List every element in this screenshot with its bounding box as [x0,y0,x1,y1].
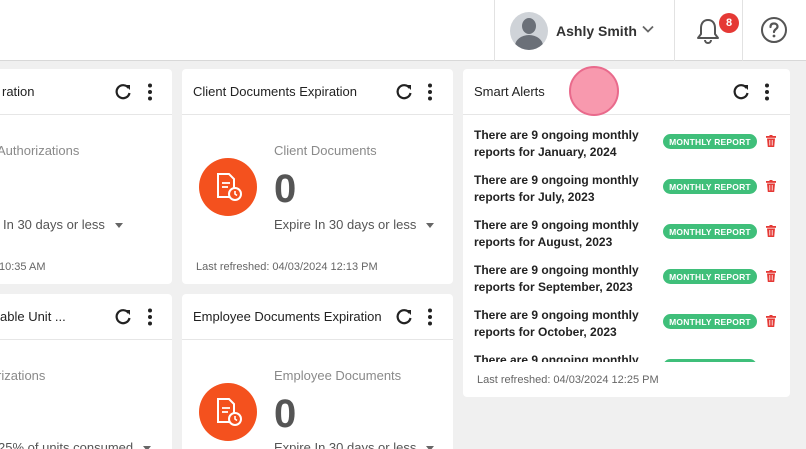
stat-label: rizations [0,368,46,383]
trash-icon[interactable] [766,135,776,147]
monthly-report-tag[interactable]: MONTHLY REPORT [663,314,757,329]
notification-badge: 8 [719,13,739,33]
more-options-icon[interactable] [140,307,160,327]
chevron-down-icon [642,25,654,33]
trash-icon[interactable] [766,180,776,192]
cursor-highlight [569,66,619,116]
help-icon [761,17,787,43]
expire-filter[interactable]: Expire In 30 days or less [274,440,435,449]
refresh-icon[interactable] [113,82,133,102]
stat-label: Employee Documents [274,368,402,383]
usage-filter-label: 25% of units consumed [0,440,134,449]
alert-item: There are 9 ongoing monthly reports for … [474,127,784,167]
card-title: Employee Documents Expiration [193,309,382,324]
notifications-button[interactable]: 8 [674,0,742,61]
usage-filter[interactable]: 25% of units consumed [0,440,152,449]
help-button[interactable] [742,0,806,61]
refresh-icon[interactable] [394,82,414,102]
last-refreshed: 10:35 AM [0,261,46,273]
user-name: Ashly Smith [556,22,637,39]
monthly-report-tag[interactable]: MONTHLY REPORT [663,134,757,149]
expire-filter-label: Expire In 30 days or less [274,217,417,232]
top-bar: Ashly Smith 8 [0,0,806,61]
alert-item: There are 9 ongoing monthly reports for … [474,307,784,347]
expire-filter[interactable]: In 30 days or less [3,217,123,232]
card-title: ration [2,84,35,99]
bell-icon [697,19,719,45]
user-menu[interactable]: Ashly Smith [494,0,674,61]
more-options-icon[interactable] [420,82,440,102]
refresh-icon[interactable] [731,82,751,102]
billable-units-card: able Unit ... rizations 25% of units con… [0,294,172,449]
more-options-icon[interactable] [140,82,160,102]
trash-icon[interactable] [766,315,776,327]
alert-item: There are 9 ongoing monthly reports for … [474,217,784,257]
stat-label: Client Documents [274,143,377,158]
monthly-report-tag[interactable]: MONTHLY REPORT [663,179,757,194]
last-refreshed: Last refreshed: 04/03/2024 12:13 PM [196,261,378,273]
refresh-icon[interactable] [394,307,414,327]
employee-documents-card: Employee Documents Expiration Employee D… [182,294,453,449]
alerts-list[interactable]: There are 9 ongoing monthly reports for … [463,127,790,362]
alert-text: There are 9 ongoing monthly reports for … [474,128,639,159]
alert-item: There are 9 ongoing monthly reports for … [474,262,784,302]
card-header: able Unit ... [0,294,172,340]
card-title: Client Documents Expiration [193,84,358,99]
last-refreshed: Last refreshed: 04/03/2024 12:25 PM [477,374,659,386]
card-header: Employee Documents Expiration [182,294,453,340]
expire-filter-label: Expire In 30 days or less [274,440,417,449]
expire-filter[interactable]: Expire In 30 days or less [274,217,435,232]
card-header: Client Documents Expiration [182,69,453,115]
avatar [510,11,548,50]
more-options-icon[interactable] [757,82,777,102]
alert-item: There are 9 ongoing monthly reports for … [474,172,784,212]
alert-text: There are 9 ongoing monthly reports for … [474,308,639,339]
document-icon [199,158,257,216]
refresh-icon[interactable] [113,307,133,327]
trash-icon[interactable] [766,225,776,237]
alert-text: There are 9 ongoing monthly reports for … [474,173,639,204]
monthly-report-tag[interactable]: MONTHLY REPORT [663,224,757,239]
alert-text: There are 9 ongoing monthly reports for … [474,263,639,294]
expire-filter-label: In 30 days or less [3,217,105,232]
stat-count: 0 [274,392,297,436]
alert-item: There are 9 ongoing monthly MONTHLY REPO… [474,352,784,362]
card-title: able Unit ... [0,309,66,324]
stat-count: 0 [274,167,297,211]
stat-label: Authorizations [0,143,80,158]
trash-icon[interactable] [766,270,776,282]
monthly-report-tag[interactable]: MONTHLY REPORT [663,359,757,362]
monthly-report-tag[interactable]: MONTHLY REPORT [663,269,757,284]
smart-alerts-card: Smart Alerts There are 9 ongoing monthly… [463,69,790,397]
alert-text: There are 9 ongoing monthly [474,353,639,362]
authorizations-card: ration Authorizations In 30 days or less… [0,69,172,284]
caret-down-icon [426,223,435,229]
alert-text: There are 9 ongoing monthly reports for … [474,218,639,249]
more-options-icon[interactable] [420,307,440,327]
card-title: Smart Alerts [474,84,545,99]
client-documents-card: Client Documents Expiration Client Docum… [182,69,453,284]
card-header: Smart Alerts [463,69,790,115]
card-header: ration [0,69,172,115]
document-icon [199,383,257,441]
caret-down-icon [114,223,123,229]
